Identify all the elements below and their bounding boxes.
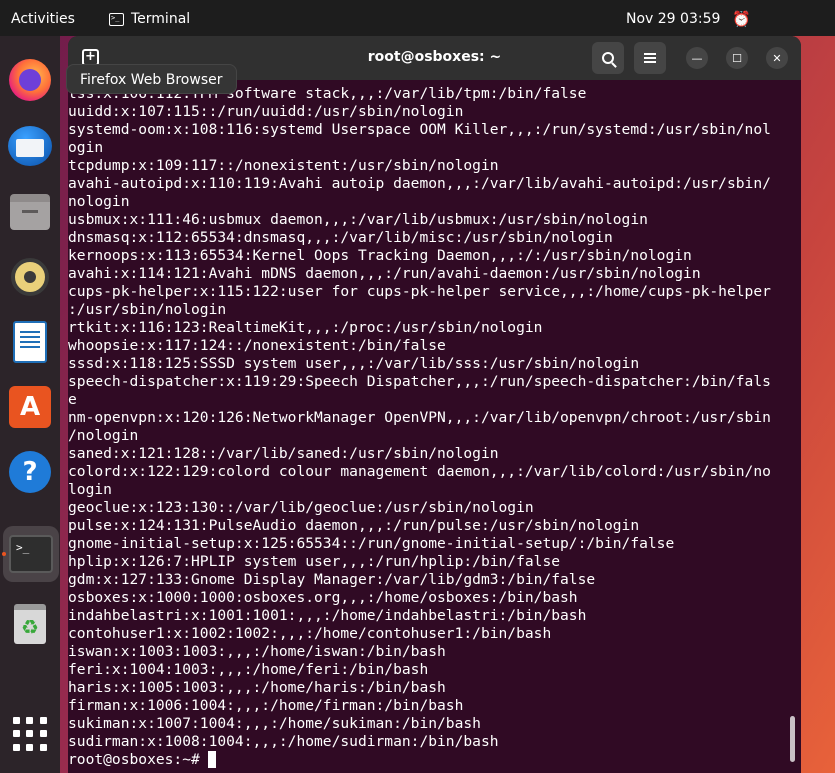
dock-item-trash[interactable]: ♻: [6, 600, 54, 648]
terminal-line: usbmux:x:111:46:usbmux daemon,,,:/var/li…: [68, 211, 648, 228]
terminal-line: iswan:x:1003:1003:,,,:/home/iswan:/bin/b…: [68, 643, 446, 660]
app-grid-icon: [13, 717, 47, 751]
top-bar: Activities >_ Terminal Nov 29 03:59 ⏰: [0, 0, 835, 36]
shell-prompt: root@osboxes:~#: [68, 751, 200, 768]
close-button[interactable]: ✕: [766, 47, 788, 69]
dock-item-firefox[interactable]: [6, 56, 54, 104]
terminal-line: sssd:x:118:125:SSSD system user,,,:/var/…: [68, 355, 640, 372]
maximize-button[interactable]: ☐: [726, 47, 748, 69]
hamburger-menu-icon: [644, 53, 656, 63]
prompt-line[interactable]: root@osboxes:~#: [68, 751, 771, 769]
terminal-line: geoclue:x:123:130::/var/lib/geoclue:/usr…: [68, 499, 534, 516]
terminal-line: sudirman:x:1008:1004:,,,:/home/sudirman:…: [68, 733, 499, 750]
terminal-line: uuidd:x:107:115::/run/uuidd:/usr/sbin/no…: [68, 103, 464, 120]
terminal-line: firman:x:1006:1004:,,,:/home/firman:/bin…: [68, 697, 464, 714]
search-button[interactable]: [592, 42, 624, 74]
terminal-line: kernoops:x:113:65534:Kernel Oops Trackin…: [68, 247, 692, 264]
alarm-bell-icon[interactable]: ⏰: [732, 10, 751, 28]
rhythmbox-icon: [11, 258, 49, 296]
help-icon: ?: [9, 451, 51, 493]
search-icon: [602, 52, 614, 64]
terminal-line: nologin: [68, 193, 130, 210]
terminal-line: tcpdump:x:109:117::/nonexistent:/usr/sbi…: [68, 157, 499, 174]
thunderbird-icon: [8, 126, 52, 166]
files-icon: [10, 194, 50, 230]
terminal-line: gnome-initial-setup:x:125:65534::/run/gn…: [68, 535, 675, 552]
terminal-line: cups-pk-helper:x:115:122:user for cups-p…: [68, 283, 771, 300]
minimize-button[interactable]: —: [686, 47, 708, 69]
terminal-line: gdm:x:127:133:Gnome Display Manager:/var…: [68, 571, 596, 588]
terminal-line: feri:x:1004:1003:,,,:/home/feri:/bin/bas…: [68, 661, 429, 678]
dock-item-help[interactable]: ?: [6, 448, 54, 496]
dock-item-writer[interactable]: [6, 318, 54, 366]
terminal-line: colord:x:122:129:colord colour managemen…: [68, 463, 771, 480]
terminal-line: contohuser1:x:1002:1002:,,,:/home/contoh…: [68, 625, 552, 642]
terminal-line: ogin: [68, 139, 104, 156]
terminal-line: osboxes:x:1000:1000:osboxes.org,,,:/home…: [68, 589, 578, 606]
activities-button[interactable]: Activities: [11, 11, 75, 27]
terminal-line: sukiman:x:1007:1004:,,,:/home/sukiman:/b…: [68, 715, 481, 732]
terminal-line: speech-dispatcher:x:119:29:Speech Dispat…: [68, 373, 771, 390]
terminal-line: indahbelastri:x:1001:1001:,,,:/home/inda…: [68, 607, 587, 624]
trash-icon: ♻: [14, 604, 46, 644]
menu-button[interactable]: [634, 42, 666, 74]
terminal-line: pulse:x:124:131:PulseAudio daemon,,,:/ru…: [68, 517, 640, 534]
terminal-line: dnsmasq:x:112:65534:dnsmasq,,,:/var/lib/…: [68, 229, 613, 246]
terminal-line: avahi-autoipd:x:110:119:Avahi autoip dae…: [68, 175, 771, 192]
terminal-line: avahi:x:114:121:Avahi mDNS daemon,,,:/ru…: [68, 265, 701, 282]
running-indicator: [2, 552, 6, 556]
terminal-line: whoopsie:x:117:124::/nonexistent:/bin/fa…: [68, 337, 446, 354]
dock-item-files[interactable]: [6, 188, 54, 236]
terminal-output[interactable]: tss:x:106:112:TPM software stack,,,:/var…: [68, 80, 801, 773]
terminal-app-icon: >_: [109, 12, 124, 26]
dock-item-rhythmbox[interactable]: [6, 253, 54, 301]
dock-item-software[interactable]: A: [6, 383, 54, 431]
dock-item-terminal[interactable]: >_: [3, 526, 59, 582]
show-applications-button[interactable]: [6, 710, 54, 758]
dock: A ? >_ ♻: [0, 36, 60, 773]
dock-tooltip: Firefox Web Browser: [66, 64, 237, 94]
terminal-line: e: [68, 391, 77, 408]
clock[interactable]: Nov 29 03:59: [626, 11, 720, 27]
writer-icon: [13, 321, 47, 363]
terminal-line: haris:x:1005:1003:,,,:/home/haris:/bin/b…: [68, 679, 446, 696]
terminal-line: rtkit:x:116:123:RealtimeKit,,,:/proc:/us…: [68, 319, 543, 336]
firefox-icon: [9, 59, 51, 101]
terminal-line: saned:x:121:128::/var/lib/saned:/usr/sbi…: [68, 445, 499, 462]
terminal-line: login: [68, 481, 112, 498]
terminal-window: + root@osboxes: ~ — ☐ ✕ tss:x:106:112:TP…: [68, 36, 801, 773]
terminal-line: :/usr/sbin/nologin: [68, 301, 227, 318]
app-menu[interactable]: >_ Terminal: [109, 11, 190, 27]
terminal-line: hplip:x:126:7:HPLIP system user,,,:/run/…: [68, 553, 561, 570]
terminal-lines: tss:x:106:112:TPM software stack,,,:/var…: [68, 85, 771, 769]
minimize-icon: —: [691, 51, 703, 65]
terminal-line: /nologin: [68, 427, 139, 444]
terminal-line: systemd-oom:x:108:116:systemd Userspace …: [68, 121, 771, 138]
software-store-icon: A: [9, 386, 51, 428]
terminal-line: nm-openvpn:x:120:126:NetworkManager Open…: [68, 409, 771, 426]
scrollbar[interactable]: [790, 716, 795, 762]
maximize-icon: ☐: [732, 51, 742, 65]
dock-item-thunderbird[interactable]: [6, 122, 54, 170]
terminal-icon: >_: [9, 535, 53, 573]
app-menu-label: Terminal: [131, 11, 191, 27]
close-icon: ✕: [772, 51, 782, 65]
text-cursor: [207, 751, 216, 768]
